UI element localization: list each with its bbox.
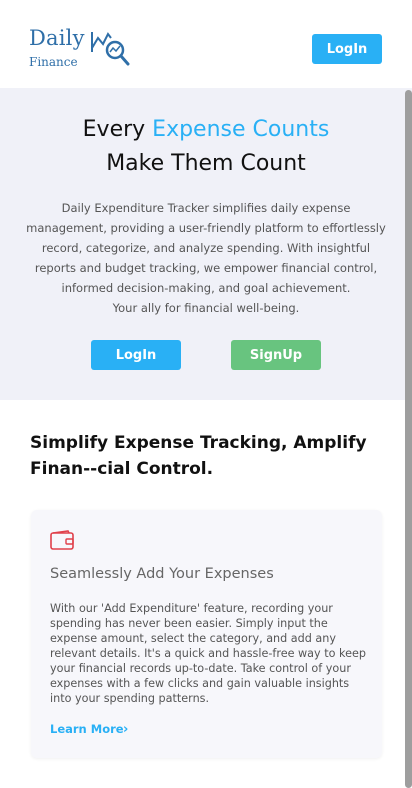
hero-description-text: Daily Expenditure Tracker simplifies dai… — [26, 201, 386, 295]
features-heading: Simplify Expense Tracking, Amplify Finan… — [30, 433, 367, 479]
feature-card-title: Seamlessly Add Your Expenses — [50, 566, 274, 582]
feature-card-text: With our 'Add Expenditure' feature, reco… — [50, 602, 366, 705]
hero-title-prefix: Every — [82, 117, 153, 142]
hero-section: Every Expense Counts Make Them Count Dai… — [0, 88, 412, 400]
scrollbar-thumb[interactable] — [405, 90, 412, 788]
logo-subtitle: Finance — [29, 55, 78, 69]
hero-signup-button[interactable]: SignUp — [231, 340, 321, 370]
logo-wordmark: Daily — [29, 26, 85, 50]
top-bar: Daily Finance LogIn — [0, 0, 412, 88]
hero-description: Daily Expenditure Tracker simplifies dai… — [24, 198, 388, 318]
page-scrollbar[interactable] — [405, 90, 412, 788]
learn-more-link[interactable]: Learn More — [50, 722, 124, 736]
logo[interactable]: Daily Finance — [29, 26, 139, 72]
hero-title-line2: Make Them Count — [106, 151, 306, 176]
wallet-icon — [50, 530, 74, 550]
hero-title-accent: Expense Counts — [152, 117, 330, 142]
hero-tagline: Your ally for financial well-being. — [112, 301, 300, 315]
header-login-button[interactable]: LogIn — [312, 34, 382, 64]
feature-card-add-expense: Seamlessly Add Your Expenses With our 'A… — [31, 510, 382, 758]
hero-login-button[interactable]: LogIn — [91, 340, 181, 370]
chart-magnifier-icon — [91, 32, 130, 66]
hero-title: Every Expense Counts Make Them Count — [0, 113, 412, 181]
chevron-right-icon[interactable]: › — [123, 722, 128, 737]
